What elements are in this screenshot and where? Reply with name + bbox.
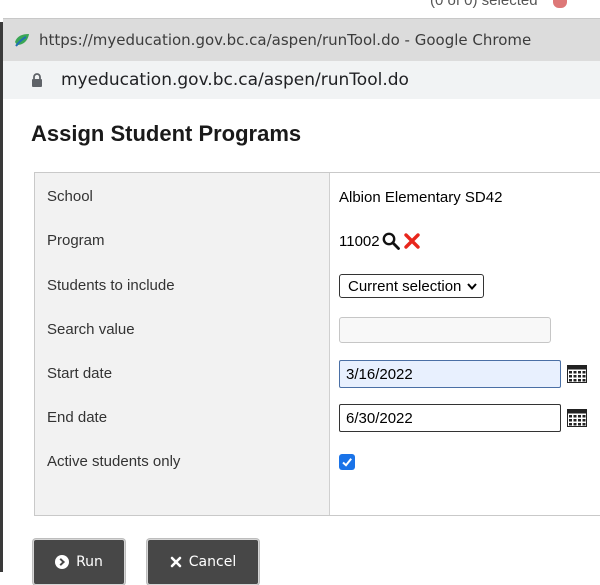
run-button[interactable]: Run — [33, 539, 125, 585]
run-arrow-icon — [55, 555, 70, 569]
row-start-date: Start date 3/16/2022 — [35, 352, 600, 396]
dialog-title: Assign Student Programs — [31, 121, 302, 146]
start-date-cell: 3/16/2022 — [339, 352, 587, 396]
calendar-icon[interactable] — [567, 365, 587, 383]
students-to-include-label: Students to include — [47, 277, 175, 294]
end-date-cell: 6/30/2022 — [339, 396, 587, 440]
active-students-only-label: Active students only — [47, 453, 181, 470]
row-program: Program 11002 — [35, 219, 600, 263]
active-students-only-cell — [339, 440, 355, 484]
run-button-label: Run — [76, 554, 103, 570]
address-bar[interactable]: myeducation.gov.bc.ca/aspen/runTool.do — [3, 61, 600, 99]
row-students-to-include: Students to include Current selection — [35, 264, 600, 308]
search-value-label: Search value — [47, 321, 135, 338]
row-end-date: End date 6/30/2022 — [35, 396, 600, 440]
program-label: Program — [47, 232, 105, 249]
cancel-button[interactable]: Cancel — [147, 539, 259, 585]
active-students-only-checkbox[interactable] — [339, 454, 355, 470]
popup-window: https://myeducation.gov.bc.ca/aspen/runT… — [3, 18, 600, 585]
background-selection-text: (0 of 0) selected — [430, 0, 538, 9]
chevron-down-icon — [467, 282, 478, 290]
search-value-input[interactable] — [339, 317, 551, 343]
program-value-group: 11002 — [339, 219, 420, 263]
search-icon[interactable] — [382, 232, 400, 250]
start-date-label: Start date — [47, 365, 113, 382]
window-title: https://myeducation.gov.bc.ca/aspen/runT… — [39, 31, 532, 49]
school-label: School — [47, 188, 93, 205]
assign-programs-form: School Albion Elementary SD42 Program 11… — [34, 172, 600, 516]
clear-icon[interactable] — [403, 233, 420, 249]
school-value: Albion Elementary SD42 — [339, 188, 503, 206]
program-value: 11002 — [339, 232, 380, 250]
cancel-button-label: Cancel — [188, 554, 237, 570]
window-titlebar[interactable]: https://myeducation.gov.bc.ca/aspen/runT… — [3, 19, 600, 61]
calendar-icon[interactable] — [567, 409, 587, 427]
favicon-icon — [15, 34, 29, 47]
cancel-x-icon — [170, 556, 182, 568]
start-date-input[interactable]: 3/16/2022 — [339, 360, 561, 388]
search-value-cell — [339, 308, 551, 352]
lock-icon — [32, 72, 42, 87]
row-school: School Albion Elementary SD42 — [35, 175, 600, 219]
background-mark — [553, 0, 567, 8]
students-to-include-cell: Current selection — [339, 264, 485, 308]
row-active-students-only: Active students only — [35, 440, 600, 484]
address-url: myeducation.gov.bc.ca/aspen/runTool.do — [61, 70, 409, 90]
checkmark-icon — [342, 458, 352, 467]
row-search-value: Search value — [35, 308, 600, 352]
students-to-include-select[interactable]: Current selection — [339, 274, 485, 298]
end-date-label: End date — [47, 409, 108, 426]
end-date-input[interactable]: 6/30/2022 — [339, 404, 561, 432]
students-to-include-selected: Current selection — [348, 277, 462, 295]
